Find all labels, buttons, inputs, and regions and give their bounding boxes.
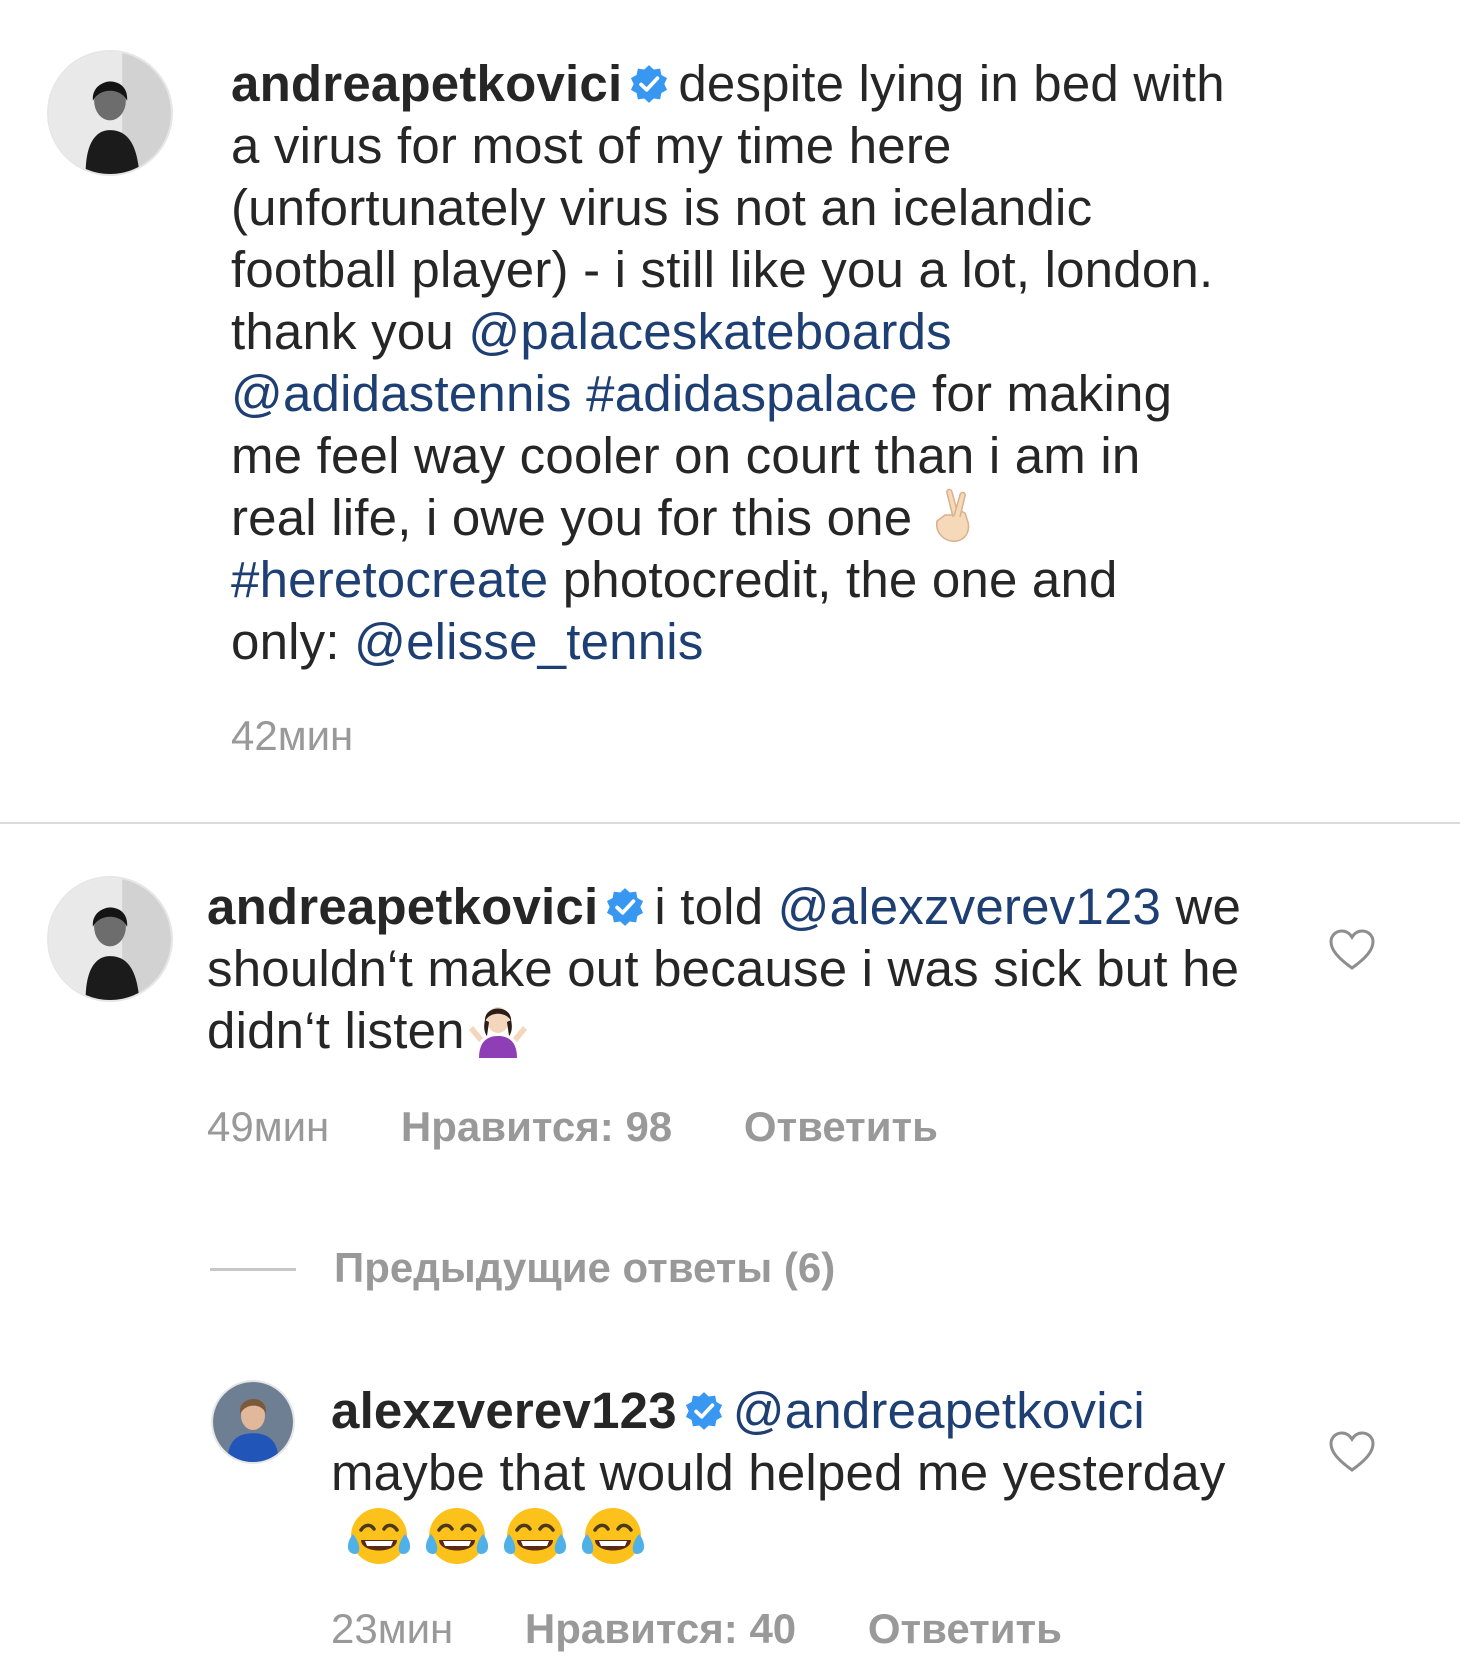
tears-of-joy-emoji-icon: [343, 1504, 653, 1568]
like-heart-icon[interactable]: [1328, 1430, 1376, 1474]
caption-avatar[interactable]: [47, 50, 173, 176]
comment-text-part-1: i told: [654, 878, 764, 935]
replies-line: [210, 1268, 296, 1271]
person-shrugging-emoji-icon: [465, 1000, 531, 1058]
mention-link[interactable]: @elisse_tennis: [354, 613, 703, 670]
avatar-image-icon: [213, 1382, 293, 1462]
reply-avatar[interactable]: [211, 1380, 295, 1464]
reply-text-body: maybe that would helped me yesterday: [331, 1444, 1226, 1501]
reply-username[interactable]: alexzverev123: [331, 1382, 677, 1439]
hashtag-link[interactable]: #heretocreate: [231, 551, 548, 608]
comment-meta: 49мин Нравится: 98 Ответить: [207, 1103, 938, 1151]
mention-link[interactable]: @andreapetkovici: [733, 1382, 1145, 1439]
hashtag-link[interactable]: #adidaspalace: [586, 365, 918, 422]
mention-link[interactable]: @adidastennis: [231, 365, 572, 422]
reply-text: alexzverev123 @andreapetkovici maybe that…: [331, 1380, 1291, 1572]
reply-button[interactable]: Ответить: [744, 1103, 938, 1150]
avatar-image-icon: [49, 52, 171, 174]
comment-avatar[interactable]: [47, 876, 173, 1002]
verified-badge-icon: [604, 886, 646, 928]
caption-username[interactable]: andreapetkovici: [231, 55, 622, 112]
likes-count[interactable]: Нравится: 98: [401, 1103, 672, 1150]
avatar-image-icon: [49, 878, 171, 1000]
divider: [0, 822, 1460, 824]
reply-button[interactable]: Ответить: [868, 1605, 1062, 1652]
mention-link[interactable]: @alexzverev123: [778, 878, 1161, 935]
verified-badge-icon: [628, 63, 670, 105]
previous-replies-button[interactable]: Предыдущие ответы (6): [334, 1244, 835, 1292]
caption-timestamp: 42мин: [231, 712, 354, 759]
caption-text: andreapetkovici despite lying in bed with…: [231, 53, 1231, 673]
crossed-fingers-emoji-icon: [927, 487, 975, 545]
comment-username[interactable]: andreapetkovici: [207, 878, 598, 935]
likes-count[interactable]: Нравится: 40: [525, 1605, 796, 1652]
like-heart-icon[interactable]: [1328, 928, 1376, 972]
verified-badge-icon: [683, 1390, 725, 1432]
comment-text: andreapetkovici i told @alexzverev123 we …: [207, 876, 1247, 1062]
reply-timestamp: 23мин: [331, 1605, 454, 1652]
reply-meta: 23мин Нравится: 40 Ответить: [331, 1605, 1062, 1653]
comment-timestamp: 49мин: [207, 1103, 330, 1150]
mention-link[interactable]: @palaceskateboards: [468, 303, 952, 360]
